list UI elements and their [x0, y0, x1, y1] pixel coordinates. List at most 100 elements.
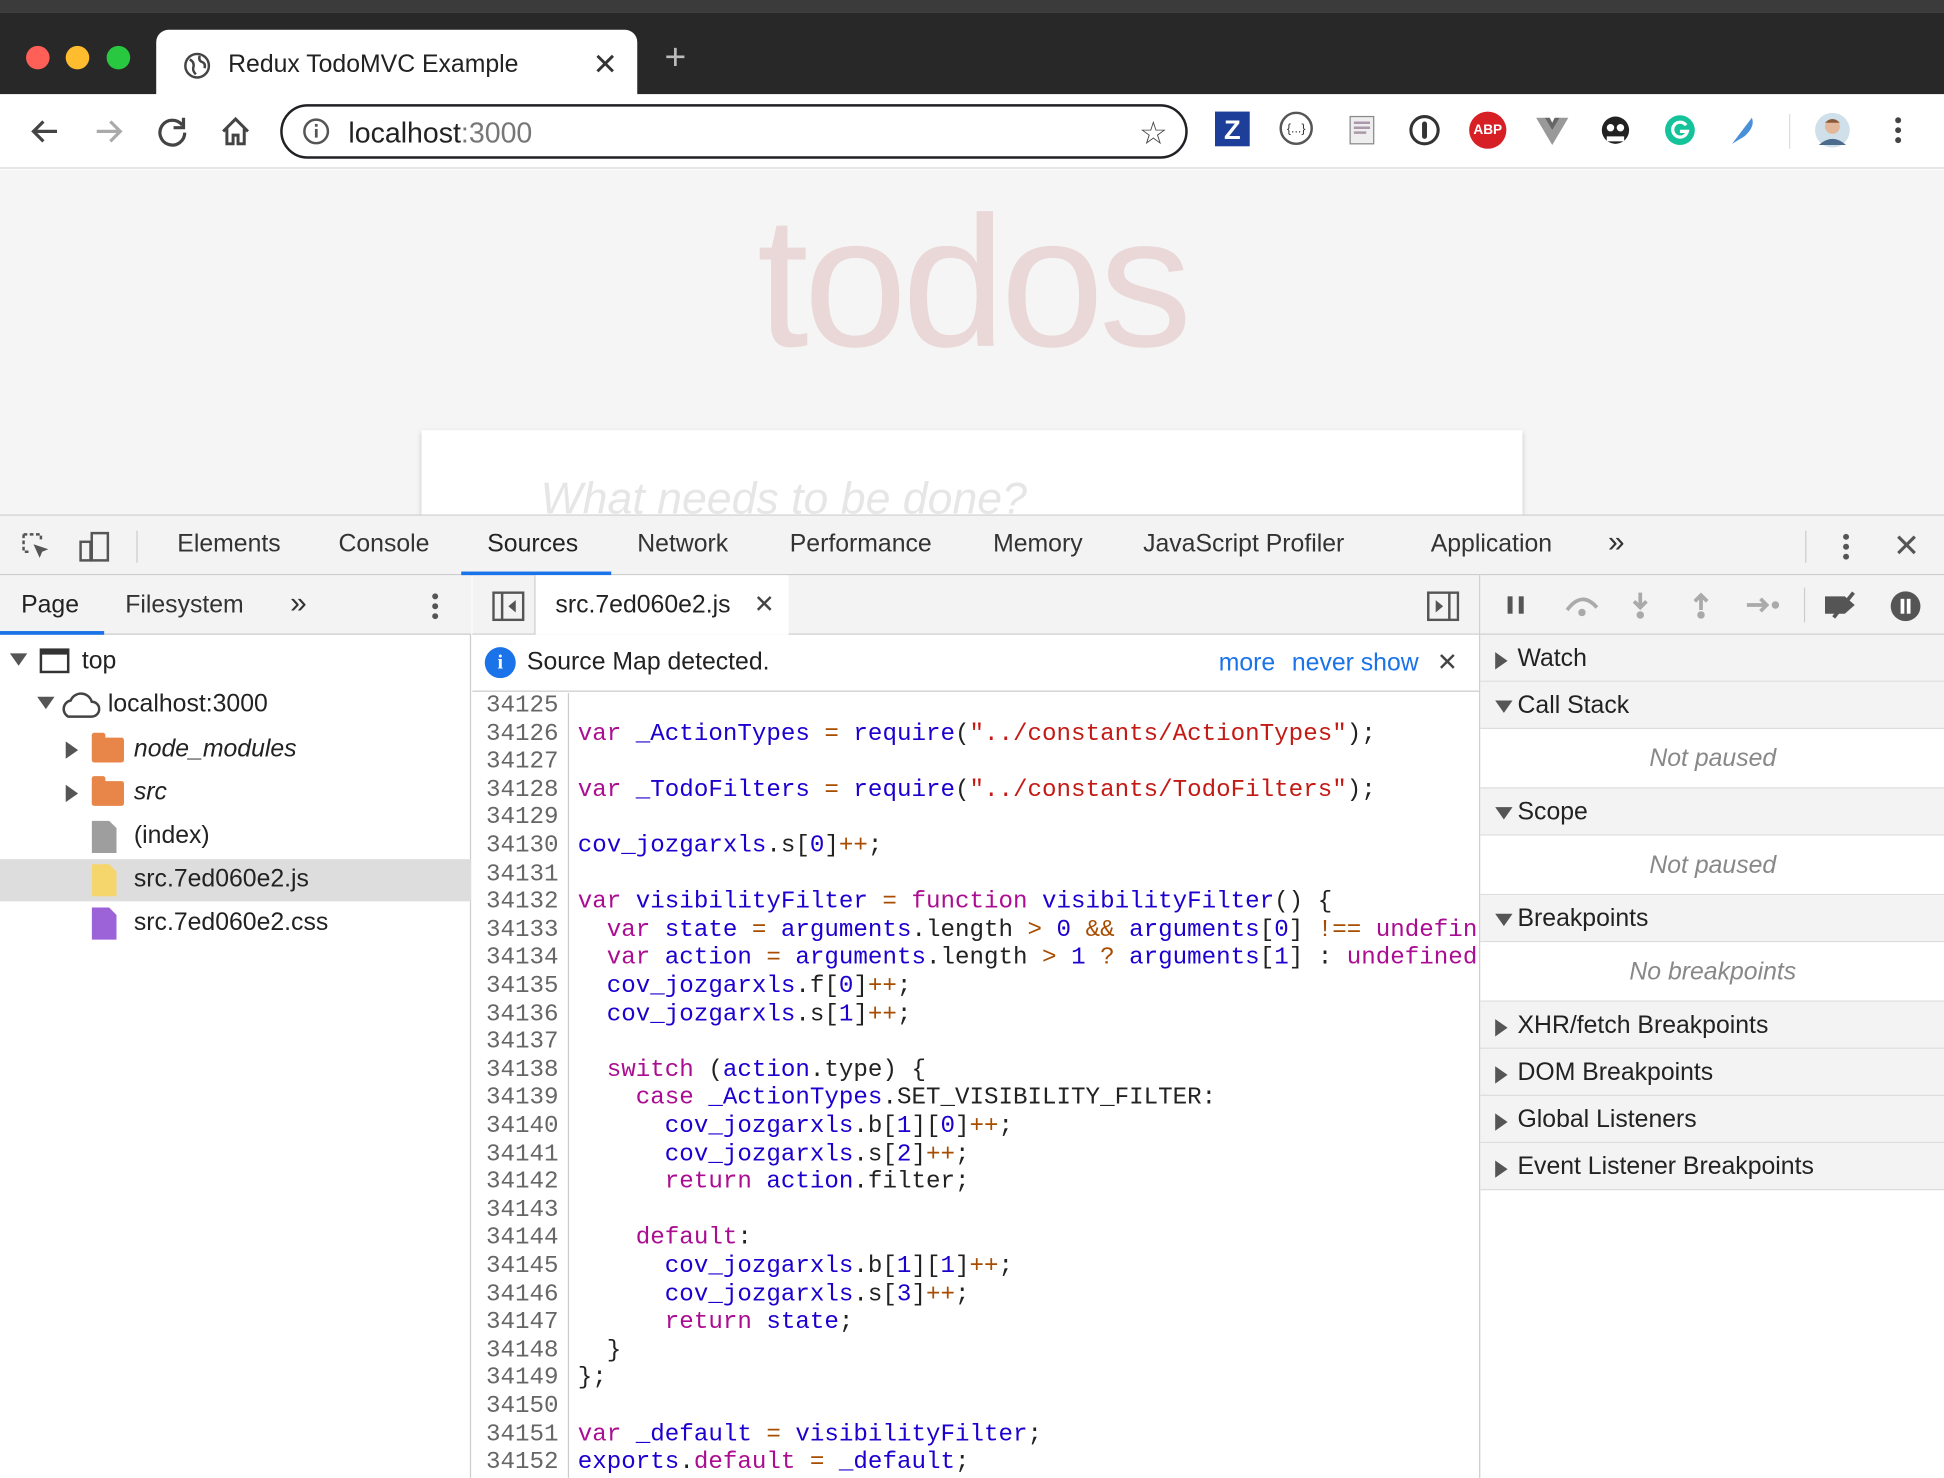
line-number[interactable]: 34127 [486, 748, 559, 776]
json-viewer-extension-icon[interactable]: {...} [1279, 111, 1313, 146]
close-devtools-icon[interactable]: ✕ [1893, 527, 1920, 565]
line-number[interactable]: 34148 [486, 1336, 559, 1364]
reload-icon[interactable] [155, 114, 190, 149]
more-tabs-icon[interactable]: » [1608, 526, 1625, 561]
inspect-element-icon[interactable] [20, 531, 52, 563]
tab-performance[interactable]: Performance [790, 531, 932, 560]
grammarly-extension-icon[interactable] [1661, 112, 1698, 149]
line-number[interactable]: 34143 [486, 1196, 559, 1224]
navigator-more-icon[interactable]: » [290, 586, 307, 621]
collapse-arrow-icon[interactable] [1495, 1160, 1508, 1178]
tree-item-src[interactable]: src [0, 772, 471, 814]
device-toolbar-icon[interactable] [77, 529, 112, 564]
line-number[interactable]: 34135 [486, 972, 559, 1000]
line-number[interactable]: 34134 [486, 944, 559, 972]
new-tab-button[interactable]: + [665, 39, 687, 77]
toggle-navigator-icon[interactable] [492, 591, 525, 622]
line-number[interactable]: 34128 [486, 776, 559, 804]
section-scope[interactable]: Scope [1480, 788, 1944, 836]
expand-arrow-icon[interactable] [1495, 700, 1513, 713]
line-number[interactable]: 34152 [486, 1448, 559, 1476]
line-number[interactable]: 34125 [486, 693, 559, 720]
line-number[interactable]: 34131 [486, 860, 559, 888]
tree-item-node-modules[interactable]: node_modules [0, 729, 471, 771]
adblock-plus-extension-icon[interactable]: ABP [1469, 111, 1507, 149]
new-todo-input[interactable]: What needs to be done? [421, 430, 1523, 523]
line-number[interactable]: 34144 [486, 1224, 559, 1252]
tree-item-localhost[interactable]: localhost:3000 [0, 684, 471, 726]
line-number[interactable]: 34133 [486, 916, 559, 944]
section-xhr-fetch-breakpoints[interactable]: XHR/fetch Breakpoints [1480, 1001, 1944, 1049]
line-number[interactable]: 34130 [486, 832, 559, 860]
line-number[interactable]: 34129 [486, 804, 559, 832]
line-number[interactable]: 34141 [486, 1140, 559, 1168]
step-over-icon[interactable] [1562, 590, 1602, 620]
line-number[interactable]: 34142 [486, 1168, 559, 1196]
line-number[interactable]: 34145 [486, 1252, 559, 1280]
close-file-tab-icon[interactable]: ✕ [754, 589, 775, 620]
infobar-more-link[interactable]: more [1219, 650, 1276, 679]
expand-arrow-icon[interactable] [9, 653, 28, 666]
section-event-listener-breakpoints[interactable]: Event Listener Breakpoints [1480, 1143, 1944, 1191]
step-into-icon[interactable] [1625, 590, 1655, 620]
tree-item-index[interactable]: (index) [0, 816, 471, 858]
section-breakpoints[interactable]: Breakpoints [1480, 895, 1944, 943]
expand-arrow-icon[interactable] [1495, 913, 1513, 927]
pause-on-exceptions-icon[interactable] [1889, 590, 1921, 622]
maximize-window-button[interactable] [106, 45, 131, 70]
back-arrow-icon[interactable] [27, 114, 62, 149]
expand-arrow-icon[interactable] [37, 696, 55, 710]
collapse-arrow-icon[interactable] [1495, 1019, 1508, 1037]
tab-close-icon[interactable]: ✕ [593, 47, 618, 83]
navigator-tab-filesystem[interactable]: Filesystem [125, 591, 243, 620]
profile-avatar[interactable] [1814, 112, 1851, 149]
pause-icon[interactable] [1501, 590, 1531, 620]
step-out-icon[interactable] [1686, 590, 1716, 620]
forward-arrow-icon[interactable] [92, 114, 127, 149]
line-number[interactable]: 34126 [486, 720, 559, 748]
toggle-debugger-sidebar-icon[interactable] [1427, 591, 1460, 622]
tree-item-js-file[interactable]: src.7ed060e2.js [0, 859, 472, 902]
close-window-button[interactable] [26, 45, 50, 70]
tab-javascript-profiler[interactable]: JavaScript Profiler [1143, 531, 1344, 560]
password-manager-extension-icon[interactable] [1407, 112, 1444, 149]
minimize-window-button[interactable] [65, 45, 90, 70]
notes-extension-icon[interactable] [1344, 112, 1381, 149]
chrome-menu-icon[interactable] [1880, 112, 1917, 149]
editor-file-tab[interactable]: src.7ed060e2.js ✕ [535, 575, 789, 635]
section-call-stack[interactable]: Call Stack [1480, 681, 1944, 730]
navigator-tab-page[interactable]: Page [21, 591, 79, 620]
line-number[interactable]: 34150 [486, 1392, 559, 1420]
vue-devtools-extension-icon[interactable] [1534, 112, 1571, 149]
collapse-arrow-icon[interactable] [65, 741, 79, 759]
tab-console[interactable]: Console [338, 531, 429, 560]
site-info-icon[interactable] [303, 118, 330, 145]
infobar-never-show-link[interactable]: never show [1292, 650, 1419, 679]
collapse-arrow-icon[interactable] [1495, 652, 1508, 670]
tab-application[interactable]: Application [1431, 531, 1552, 560]
section-global-listeners[interactable]: Global Listeners [1480, 1095, 1944, 1144]
line-number[interactable]: 34138 [486, 1056, 559, 1084]
line-number[interactable]: 34147 [486, 1308, 559, 1336]
tree-item-top[interactable]: top [0, 641, 471, 683]
collapse-arrow-icon[interactable] [1495, 1113, 1508, 1131]
navigator-menu-icon[interactable] [422, 590, 449, 622]
tab-memory[interactable]: Memory [993, 531, 1083, 560]
code-view[interactable]: 34125 34126 34127 34128 34129 34130 34131 34132… [472, 693, 1479, 1478]
line-number[interactable]: 34137 [486, 1028, 559, 1056]
step-icon[interactable] [1744, 590, 1781, 620]
section-dom-breakpoints[interactable]: DOM Breakpoints [1480, 1048, 1944, 1096]
bookmark-star-icon[interactable]: ☆ [1139, 114, 1168, 152]
tab-sources[interactable]: Sources [487, 531, 578, 560]
feather-extension-icon[interactable] [1725, 112, 1762, 149]
expand-arrow-icon[interactable] [1495, 807, 1513, 820]
line-number[interactable]: 34140 [486, 1112, 559, 1140]
address-bar[interactable]: localhost:3000 ☆ [280, 104, 1188, 159]
home-icon[interactable] [218, 114, 253, 149]
deactivate-breakpoints-icon[interactable] [1821, 590, 1863, 620]
devtools-settings-menu-icon[interactable] [1832, 531, 1859, 563]
collapse-arrow-icon[interactable] [1495, 1066, 1508, 1084]
infobar-close-icon[interactable]: ✕ [1437, 647, 1458, 678]
line-number[interactable]: 34149 [486, 1364, 559, 1392]
line-number[interactable]: 34132 [486, 888, 559, 916]
